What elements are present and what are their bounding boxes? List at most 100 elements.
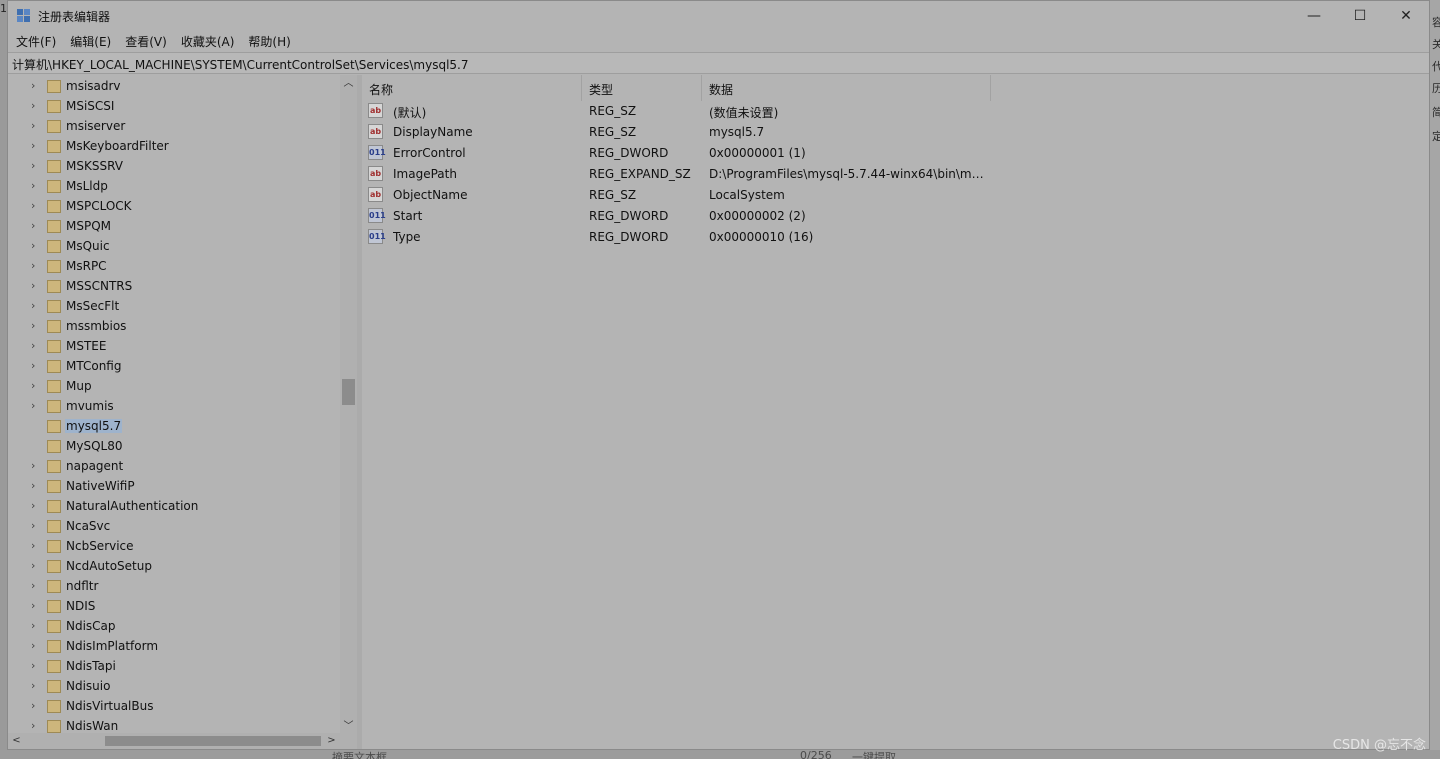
tree-item[interactable]: › msiserver — [8, 116, 340, 136]
chevron-right-icon[interactable]: › — [31, 499, 35, 512]
tree-item[interactable]: › NdisImPlatform — [8, 636, 340, 656]
chevron-right-icon[interactable]: › — [31, 79, 35, 92]
value-data: LocalSystem — [709, 188, 785, 202]
chevron-right-icon[interactable]: › — [31, 119, 35, 132]
value-row[interactable]: ab (默认) REG_SZ (数值未设置) — [362, 101, 1429, 122]
scroll-thumb[interactable] — [342, 379, 355, 405]
maximize-button[interactable]: ☐ — [1337, 1, 1383, 31]
chevron-right-icon[interactable]: › — [31, 599, 35, 612]
chevron-right-icon[interactable]: › — [31, 319, 35, 332]
tree-item-label: MSTEE — [66, 339, 107, 353]
menu-help[interactable]: 帮助(H) — [248, 33, 290, 50]
tree-item[interactable]: › MsRPC — [8, 256, 340, 276]
tree-item[interactable]: › napagent — [8, 456, 340, 476]
chevron-right-icon[interactable]: › — [31, 579, 35, 592]
chevron-right-icon[interactable]: › — [31, 199, 35, 212]
scrollbar-corner — [340, 733, 357, 749]
minimize-button[interactable]: — — [1291, 1, 1337, 31]
scroll-up-icon[interactable]: ︿ — [340, 75, 357, 92]
tree-item[interactable]: › NativeWifiP — [8, 476, 340, 496]
chevron-right-icon[interactable]: › — [31, 659, 35, 672]
tree-item[interactable]: › NcaSvc — [8, 516, 340, 536]
tree-item[interactable]: › NdisCap — [8, 616, 340, 636]
chevron-right-icon[interactable]: › — [31, 259, 35, 272]
tree-item[interactable]: › Ndisuio — [8, 676, 340, 696]
tree-item[interactable]: › NDIS — [8, 596, 340, 616]
chevron-right-icon[interactable]: › — [31, 299, 35, 312]
close-button[interactable]: ✕ — [1383, 1, 1429, 31]
tree-item[interactable]: › MSPCLOCK — [8, 196, 340, 216]
column-header-name[interactable]: 名称 — [362, 75, 582, 101]
tree-item[interactable]: › NaturalAuthentication — [8, 496, 340, 516]
value-row[interactable]: 011 Start REG_DWORD 0x00000002 (2) — [362, 206, 1429, 227]
chevron-right-icon[interactable]: › — [31, 219, 35, 232]
chevron-right-icon[interactable]: › — [31, 719, 35, 732]
chevron-right-icon[interactable]: › — [31, 359, 35, 372]
tree-item[interactable]: › NdisVirtualBus — [8, 696, 340, 716]
value-row[interactable]: ab ImagePath REG_EXPAND_SZ D:\ProgramFiles\… — [362, 164, 1429, 185]
chevron-right-icon[interactable]: › — [31, 399, 35, 412]
background-text: 0/256 — [800, 749, 832, 759]
tree-item[interactable]: › mssmbios — [8, 316, 340, 336]
chevron-right-icon[interactable]: › — [31, 279, 35, 292]
tree-item[interactable]: › Mup — [8, 376, 340, 396]
value-row[interactable]: ab ObjectName REG_SZ LocalSystem — [362, 185, 1429, 206]
folder-icon — [47, 700, 61, 713]
tree-item[interactable]: › MSPQM — [8, 216, 340, 236]
chevron-right-icon[interactable]: › — [31, 239, 35, 252]
tree-item[interactable]: mysql5.7 — [8, 416, 340, 436]
chevron-right-icon[interactable]: › — [31, 639, 35, 652]
chevron-right-icon[interactable]: › — [31, 679, 35, 692]
column-header-data[interactable]: 数据 — [702, 75, 991, 101]
scroll-left-icon[interactable]: < — [8, 733, 25, 749]
chevron-right-icon[interactable]: › — [31, 159, 35, 172]
chevron-right-icon[interactable]: › — [31, 699, 35, 712]
tree-horizontal-scrollbar[interactable]: < > — [8, 733, 340, 749]
scroll-thumb[interactable] — [105, 736, 321, 746]
tree-item[interactable]: › mvumis — [8, 396, 340, 416]
chevron-right-icon[interactable]: › — [31, 139, 35, 152]
value-row[interactable]: 011 ErrorControl REG_DWORD 0x00000001 (1) — [362, 143, 1429, 164]
chevron-right-icon[interactable]: › — [31, 99, 35, 112]
chevron-right-icon[interactable]: › — [31, 619, 35, 632]
chevron-right-icon[interactable]: › — [31, 459, 35, 472]
title-bar[interactable]: 注册表编辑器 — ☐ ✕ — [8, 1, 1429, 31]
tree-item[interactable]: › MsLldp — [8, 176, 340, 196]
address-bar[interactable]: 计算机\HKEY_LOCAL_MACHINE\SYSTEM\CurrentCon… — [8, 52, 1429, 74]
menu-file[interactable]: 文件(F) — [16, 33, 56, 50]
tree-item[interactable]: › MSiSCSI — [8, 96, 340, 116]
folder-icon — [47, 300, 61, 313]
tree-item[interactable]: › MsKeyboardFilter — [8, 136, 340, 156]
menu-favorites[interactable]: 收藏夹(A) — [181, 33, 235, 50]
tree-item[interactable]: › MsQuic — [8, 236, 340, 256]
tree-item[interactable]: › MTConfig — [8, 356, 340, 376]
chevron-right-icon[interactable]: › — [31, 479, 35, 492]
scroll-right-icon[interactable]: > — [323, 733, 340, 749]
chevron-right-icon[interactable]: › — [31, 179, 35, 192]
tree-item[interactable]: › MSKSSRV — [8, 156, 340, 176]
chevron-right-icon[interactable]: › — [31, 339, 35, 352]
tree-item[interactable]: › NcdAutoSetup — [8, 556, 340, 576]
chevron-right-icon[interactable]: › — [31, 559, 35, 572]
tree-item[interactable]: › MSTEE — [8, 336, 340, 356]
value-row[interactable]: ab DisplayName REG_SZ mysql5.7 — [362, 122, 1429, 143]
string-value-icon: ab — [368, 103, 383, 118]
tree-item-label: MsKeyboardFilter — [66, 139, 169, 153]
menu-view[interactable]: 查看(V) — [125, 33, 167, 50]
column-header-type[interactable]: 类型 — [582, 75, 702, 101]
tree-item[interactable]: › NcbService — [8, 536, 340, 556]
tree-item[interactable]: MySQL80 — [8, 436, 340, 456]
tree-item[interactable]: › MSSCNTRS — [8, 276, 340, 296]
tree-item[interactable]: › ndfltr — [8, 576, 340, 596]
chevron-right-icon[interactable]: › — [31, 519, 35, 532]
tree-vertical-scrollbar[interactable]: ︿ ﹀ — [340, 75, 357, 735]
tree-item[interactable]: › MsSecFlt — [8, 296, 340, 316]
menu-edit[interactable]: 编辑(E) — [70, 33, 111, 50]
chevron-right-icon[interactable]: › — [31, 539, 35, 552]
value-row[interactable]: 011 Type REG_DWORD 0x00000010 (16) — [362, 227, 1429, 248]
folder-icon — [47, 440, 61, 453]
tree-item[interactable]: › NdisTapi — [8, 656, 340, 676]
tree-item[interactable]: › msisadrv — [8, 76, 340, 96]
registry-editor-icon — [17, 9, 30, 22]
chevron-right-icon[interactable]: › — [31, 379, 35, 392]
